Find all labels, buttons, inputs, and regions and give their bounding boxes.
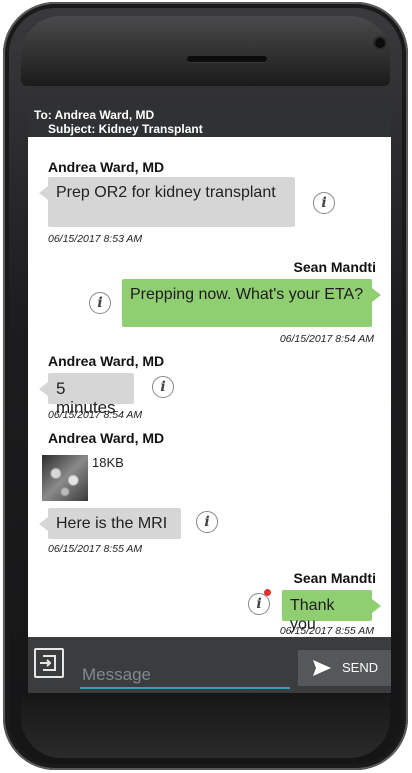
message-sender: Andrea Ward, MD [48,353,165,369]
message-bubble[interactable]: Here is the MRI [39,508,181,539]
phone-top-bezel [21,16,390,86]
phone-bottom-bezel [21,692,390,758]
subject-line: Subject: Kidney Transplant [48,122,203,136]
message-timestamp: 06/15/2017 8:55 AM [48,543,143,555]
info-icon[interactable]: i [313,192,335,214]
message-timestamp: 06/15/2017 8:54 AM [48,409,143,421]
message-bubble[interactable]: 5 minutes [39,373,134,417]
message-sender: Andrea Ward, MD [48,430,165,446]
unread-alert-icon [264,589,271,596]
message-bubble[interactable]: Prep OR2 for kidney transplant [39,177,295,227]
message-input[interactable]: Message [82,665,151,685]
message-sender: Sean Mandti [293,570,376,586]
message-bubble[interactable]: Prepping now. What's your ETA? [122,279,381,327]
message-input-underline [80,687,290,689]
send-button[interactable]: SEND [298,650,391,686]
messaging-screen: To: Andrea Ward, MD Subject: Kidney Tran… [28,105,391,693]
send-label: SEND [342,660,379,675]
message-bubble[interactable]: Thank you [282,590,381,633]
info-icon[interactable]: i [152,376,174,398]
info-icon[interactable]: i [89,292,111,314]
attachment-size: 18KB [92,455,124,470]
message-timestamp: 06/15/2017 8:55 AM [279,625,374,637]
conversation-header: To: Andrea Ward, MD Subject: Kidney Tran… [28,105,391,137]
message-sender: Sean Mandti [293,259,376,275]
mri-image-thumbnail[interactable] [42,455,88,501]
earpiece-speaker [187,56,267,62]
message-timestamp: 06/15/2017 8:53 AM [48,233,143,245]
attach-icon[interactable] [34,648,64,678]
info-icon[interactable]: i [248,593,270,615]
send-icon [313,660,331,676]
info-icon[interactable]: i [196,511,218,533]
front-camera-icon [375,38,385,48]
message-sender: Andrea Ward, MD [48,159,165,175]
message-timestamp: 06/15/2017 8:54 AM [279,333,374,345]
recipient-line: To: Andrea Ward, MD [34,108,155,122]
message-composer: Message SEND [28,637,391,693]
